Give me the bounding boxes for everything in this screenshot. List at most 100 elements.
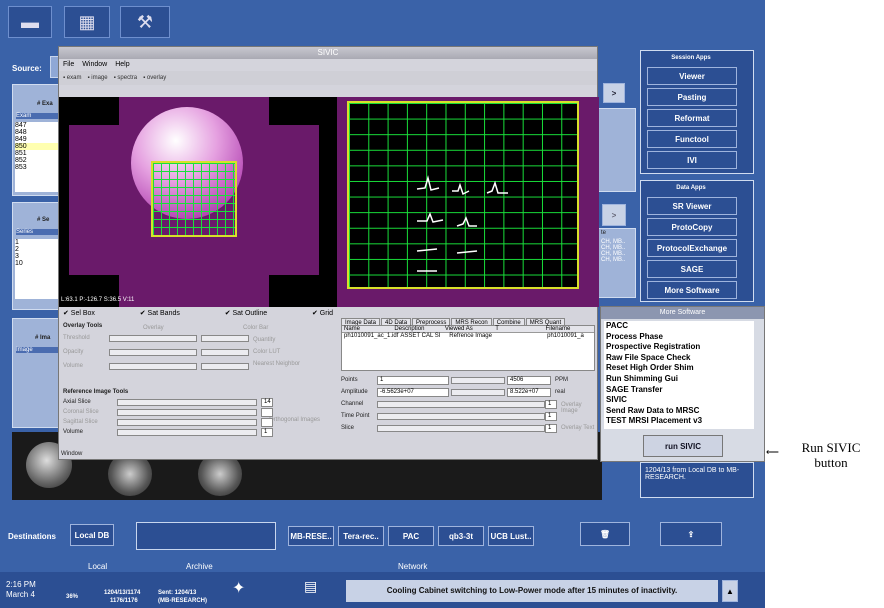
local-db-button[interactable]: Local DB <box>70 524 114 546</box>
ref-slider[interactable] <box>117 419 257 426</box>
ref-field[interactable]: 14 <box>261 398 273 407</box>
overlay-slider[interactable] <box>109 335 197 342</box>
spec-field[interactable]: 1 <box>545 412 557 421</box>
app-button[interactable]: SAGE <box>647 260 737 278</box>
list-item[interactable]: 848 <box>15 129 59 136</box>
spec-field[interactable]: 1 <box>545 424 557 433</box>
column-header[interactable]: T <box>493 326 543 332</box>
spec-option[interactable]: real <box>555 389 565 395</box>
series-col[interactable]: Series <box>16 229 60 235</box>
spec-field[interactable]: -6.5623e+07 <box>377 388 449 397</box>
spec-option[interactable]: Overlay Image <box>561 402 597 414</box>
app-button[interactable]: More Software <box>647 281 737 299</box>
overlay-option[interactable]: Color LUT <box>253 349 280 355</box>
network-button[interactable]: qb3-3t <box>438 526 484 546</box>
checkbox[interactable]: ✔ Grid <box>312 309 333 319</box>
spec-field[interactable]: 1 <box>545 400 557 409</box>
image-view[interactable]: L:63.1 P:-126.7 S:36.5 V:11 <box>59 97 337 307</box>
queue-icon[interactable]: ✦ <box>232 578 245 598</box>
list-item[interactable]: 849 <box>15 136 59 143</box>
overlay-field[interactable] <box>201 349 249 356</box>
spec-slider[interactable] <box>451 377 505 384</box>
overlay-slider[interactable] <box>109 363 197 370</box>
mid-list[interactable]: CH, MB.. CH, MB.. CH, MB.. CH, MB.. <box>601 239 635 295</box>
table-cell[interactable]: ph1010091_ac_1.idf <box>342 333 398 339</box>
toolbar-item[interactable]: ▪ image <box>87 71 107 85</box>
list-item[interactable]: 3 <box>15 253 59 260</box>
app-button[interactable]: ProtocolExchange <box>647 239 737 257</box>
list-item[interactable]: 853 <box>15 164 59 171</box>
network-button[interactable]: Tera-rec.. <box>338 526 384 546</box>
spec-field[interactable]: 1 <box>377 376 449 385</box>
menu-item[interactable]: Help <box>115 59 129 71</box>
list-item[interactable]: 850 <box>15 143 59 150</box>
overlay-option[interactable]: Color Bar <box>243 325 268 331</box>
expand-icon[interactable]: > <box>603 83 625 103</box>
spec-slider[interactable] <box>451 389 505 396</box>
list-item[interactable]: PACC <box>604 321 754 332</box>
app-button[interactable]: Pasting <box>647 88 737 106</box>
orthogonal-images-checkbox[interactable]: Orthogonal Images <box>269 417 329 423</box>
scanner-icon[interactable]: ▬ <box>8 6 52 38</box>
table-cell[interactable] <box>496 333 545 339</box>
spec-slider[interactable] <box>377 425 545 432</box>
table-cell[interactable]: ASSET CAL SI <box>398 333 447 339</box>
spec-field[interactable]: 4506 <box>507 376 551 385</box>
list-item[interactable]: 847 <box>15 122 59 129</box>
network-button[interactable]: MB-RESE.. <box>288 526 334 546</box>
checkbox[interactable]: ✔ Sat Outline <box>225 309 267 319</box>
list-item[interactable]: 1 <box>15 239 59 246</box>
list-item[interactable]: Run Shimming Gui <box>604 374 754 385</box>
column-header[interactable]: Viewed As <box>443 326 493 332</box>
software-list[interactable]: PACC Process Phase Prospective Registratio… <box>604 321 754 429</box>
export-icon[interactable]: ⇪ <box>660 522 722 546</box>
trash-icon[interactable]: 🗑 <box>580 522 630 546</box>
checkbox[interactable]: ✔ Sel Box <box>63 309 95 319</box>
list-item[interactable]: Process Phase <box>604 332 754 343</box>
overlay-option[interactable]: Nearest Neighbor <box>253 361 300 367</box>
images-icon[interactable]: ▦ <box>64 6 110 38</box>
network-button[interactable]: PAC <box>388 526 434 546</box>
column-header[interactable]: Name <box>342 326 392 332</box>
image-col[interactable]: Image <box>16 347 60 353</box>
ref-slider[interactable] <box>117 429 257 436</box>
tools-icon[interactable]: ⚒ <box>120 6 170 38</box>
list-item[interactable]: 851 <box>15 150 59 157</box>
list-item[interactable]: 852 <box>15 157 59 164</box>
overlay-slider[interactable] <box>109 349 197 356</box>
app-button[interactable]: Viewer <box>647 67 737 85</box>
table-cell[interactable]: Refrence Image <box>447 333 496 339</box>
toolbar-item[interactable]: ▪ overlay <box>143 71 166 85</box>
app-button[interactable]: IVI <box>647 151 737 169</box>
overlay-option[interactable]: Quantity <box>253 337 275 343</box>
menu-item[interactable]: File <box>63 59 74 71</box>
run-sivic-button[interactable]: run SIVIC <box>643 435 723 457</box>
list-item[interactable]: Raw File Space Check <box>604 353 754 364</box>
list-item[interactable]: Reset High Order Shim <box>604 363 754 374</box>
ref-field[interactable] <box>261 418 273 427</box>
ref-slider[interactable] <box>117 399 257 406</box>
collapse-icon[interactable]: > <box>602 204 626 226</box>
network-button[interactable]: UCB Lust.. <box>488 526 534 546</box>
ref-field[interactable] <box>261 408 273 417</box>
list-item[interactable]: TEST MRSI Placement v3 <box>604 416 754 427</box>
column-header[interactable]: Description <box>392 326 442 332</box>
app-button[interactable]: Reformat <box>647 109 737 127</box>
exam-col[interactable]: Exam <box>16 113 60 119</box>
list-item[interactable]: SIVIC <box>604 395 754 406</box>
exam-list[interactable]: 847 848 849 850 851 852 853 <box>15 122 59 192</box>
overlay-field[interactable] <box>201 335 249 342</box>
data-table[interactable]: Name Description Viewed As T Filename ph1010… <box>341 325 595 371</box>
overlay-field[interactable] <box>201 363 249 370</box>
menu-item[interactable]: Window <box>82 59 107 71</box>
spec-field[interactable]: 8.522e+07 <box>507 388 551 397</box>
spec-slider[interactable] <box>377 413 545 420</box>
app-button[interactable]: ProtoCopy <box>647 218 737 236</box>
overlay-option[interactable]: Overlay <box>143 325 164 331</box>
app-button[interactable]: SR Viewer <box>647 197 737 215</box>
list-item[interactable]: SAGE Transfer <box>604 385 754 396</box>
list-item[interactable]: 10 <box>15 260 59 267</box>
spec-slider[interactable] <box>377 401 545 408</box>
table-cell[interactable]: ph1010091_a <box>545 333 594 339</box>
series-list[interactable]: 1 2 3 10 <box>15 239 59 299</box>
